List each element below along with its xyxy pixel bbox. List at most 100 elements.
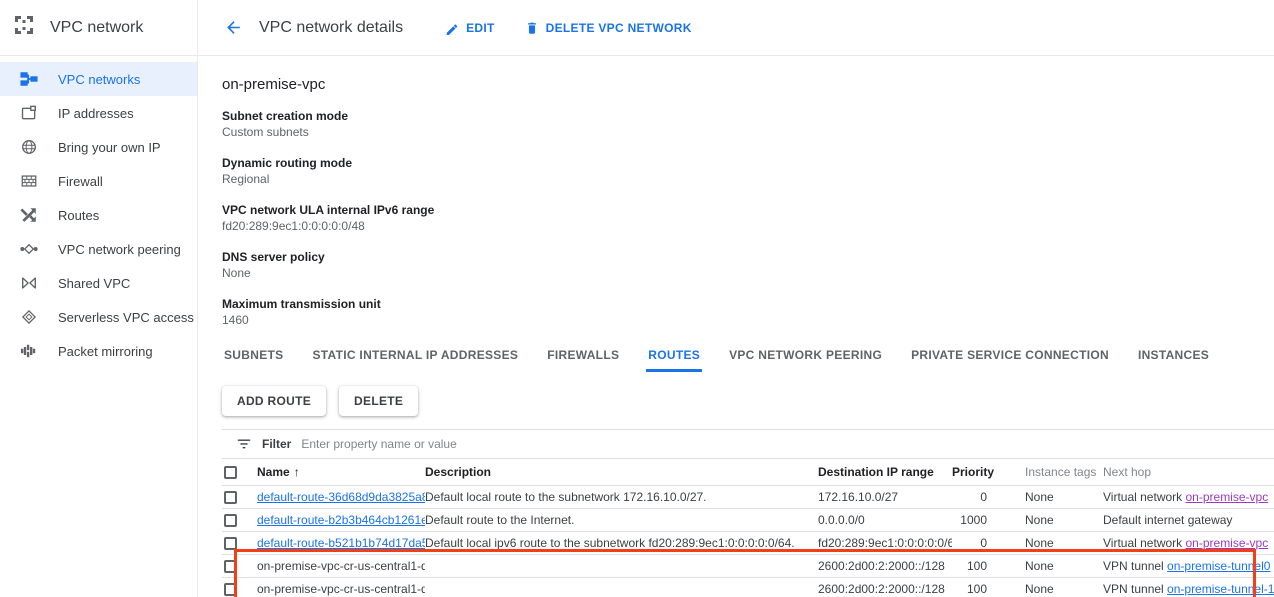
sidebar-item-serverless-vpc-access[interactable]: Serverless VPC access bbox=[0, 300, 197, 334]
filter-input[interactable] bbox=[301, 437, 1274, 451]
column-header-destination-ip-range: Destination IP range bbox=[818, 459, 952, 485]
globe-icon bbox=[20, 138, 38, 156]
page-header: VPC network details EDIT DELETE VPC NETW… bbox=[198, 0, 1274, 55]
sort-ascending-icon: ↑ bbox=[294, 465, 300, 479]
filter-icon bbox=[236, 436, 252, 452]
packet-mirroring-icon bbox=[20, 342, 38, 360]
route-priority: 1000 bbox=[952, 508, 997, 531]
route-destination: fd20:289:9ec1:0:0:0:0:0/64 bbox=[818, 531, 952, 554]
row-checkbox[interactable] bbox=[224, 514, 237, 527]
sidebar-item-bring-your-own-ip[interactable]: Bring your own IP bbox=[0, 130, 197, 164]
sidebar: VPC networks IP addresses Bring your own… bbox=[0, 56, 198, 597]
sidebar-item-label: Serverless VPC access bbox=[58, 310, 194, 325]
field-label: VPC network ULA internal IPv6 range bbox=[222, 203, 1274, 218]
tab-private-service-connection[interactable]: PRIVATE SERVICE CONNECTION bbox=[909, 344, 1111, 372]
sidebar-item-label: Routes bbox=[58, 208, 99, 223]
field-label: Dynamic routing mode bbox=[222, 156, 1274, 171]
route-destination: 172.16.10.0/27 bbox=[818, 485, 952, 508]
sidebar-item-label: Shared VPC bbox=[58, 276, 130, 291]
edit-button[interactable]: EDIT bbox=[445, 21, 495, 35]
table-row: default-route-36d68d9da3825a81 Default l… bbox=[222, 485, 1274, 508]
sidebar-item-shared-vpc[interactable]: Shared VPC bbox=[0, 266, 197, 300]
sidebar-item-label: Bring your own IP bbox=[58, 140, 161, 155]
row-checkbox[interactable] bbox=[224, 583, 237, 596]
add-route-button[interactable]: ADD ROUTE bbox=[222, 386, 326, 416]
select-all-checkbox[interactable] bbox=[224, 466, 237, 479]
column-header-next-hop: Next hop bbox=[1097, 459, 1274, 485]
delete-button[interactable]: DELETE bbox=[339, 386, 418, 416]
tab-firewalls[interactable]: FIREWALLS bbox=[545, 344, 621, 372]
delete-vpc-network-button[interactable]: DELETE VPC NETWORK bbox=[525, 21, 692, 35]
tab-instances[interactable]: INSTANCES bbox=[1136, 344, 1211, 372]
table-row: on-premise-vpc-cr-us-central1-dynamic-ro… bbox=[222, 554, 1274, 577]
column-header-name[interactable]: Name↑ bbox=[257, 459, 425, 485]
tab-vpc-network-peering[interactable]: VPC NETWORK PEERING bbox=[727, 344, 884, 372]
sidebar-item-vpc-network-peering[interactable]: VPC network peering bbox=[0, 232, 197, 266]
route-instance-tags: None bbox=[997, 485, 1097, 508]
route-instance-tags: None bbox=[997, 554, 1097, 577]
route-description bbox=[425, 577, 818, 597]
column-header-description: Description bbox=[425, 459, 818, 485]
row-checkbox[interactable] bbox=[224, 491, 237, 504]
tab-routes[interactable]: ROUTES bbox=[646, 344, 702, 372]
edit-button-label: EDIT bbox=[466, 21, 495, 35]
field-dynamic-routing-mode: Dynamic routing mode Regional bbox=[222, 156, 1274, 187]
route-description: Default local ipv6 route to the subnetwo… bbox=[425, 531, 818, 554]
next-hop-link[interactable]: on-premise-vpc bbox=[1186, 490, 1269, 504]
table-row: default-route-b521b1b74d17da52 Default l… bbox=[222, 531, 1274, 554]
field-dns-server-policy: DNS server policy None bbox=[222, 250, 1274, 281]
trash-icon bbox=[525, 21, 539, 35]
route-destination: 0.0.0.0/0 bbox=[818, 508, 952, 531]
table-header-row: Name↑ Description Destination IP range P… bbox=[222, 459, 1274, 485]
next-hop-link[interactable]: on-premise-vpc bbox=[1186, 536, 1269, 550]
routes-table: Name↑ Description Destination IP range P… bbox=[222, 459, 1274, 597]
next-hop-link[interactable]: on-premise-tunnel0 bbox=[1167, 559, 1270, 573]
route-description bbox=[425, 554, 818, 577]
routes-table-wrap: Name↑ Description Destination IP range P… bbox=[222, 459, 1274, 597]
route-instance-tags: None bbox=[997, 531, 1097, 554]
sidebar-item-label: Firewall bbox=[58, 174, 103, 189]
route-name-link[interactable]: default-route-36d68d9da3825a81 bbox=[257, 490, 425, 504]
route-name-link[interactable]: default-route-b2b3b464cb1261e2 bbox=[257, 513, 425, 527]
route-name-link[interactable]: default-route-b521b1b74d17da52 bbox=[257, 536, 425, 550]
next-hop-link[interactable]: on-premise-tunnel-1 bbox=[1167, 582, 1274, 596]
field-ula-ipv6-range: VPC network ULA internal IPv6 range fd20… bbox=[222, 203, 1274, 234]
tab-subnets[interactable]: SUBNETS bbox=[222, 344, 285, 372]
product-title: VPC network bbox=[50, 19, 143, 37]
sidebar-item-ip-addresses[interactable]: IP addresses bbox=[0, 96, 197, 130]
tab-static-internal-ip-addresses[interactable]: STATIC INTERNAL IP ADDRESSES bbox=[310, 344, 520, 372]
route-priority: 0 bbox=[952, 485, 997, 508]
product-header: VPC network bbox=[0, 0, 198, 55]
vpc-network-logo-icon bbox=[12, 13, 36, 42]
sidebar-item-firewall[interactable]: Firewall bbox=[0, 164, 197, 198]
tab-bar: SUBNETS STATIC INTERNAL IP ADDRESSES FIR… bbox=[222, 344, 1274, 372]
sidebar-item-packet-mirroring[interactable]: Packet mirroring bbox=[0, 334, 197, 368]
vpc-networks-icon bbox=[20, 70, 38, 88]
filter-bar: Filter bbox=[222, 429, 1274, 459]
route-next-hop: Virtual network on-premise-vpc bbox=[1097, 531, 1274, 554]
field-value: Custom subnets bbox=[222, 125, 1274, 140]
pencil-icon bbox=[445, 21, 459, 35]
ip-addresses-icon bbox=[20, 104, 38, 122]
sidebar-item-routes[interactable]: Routes bbox=[0, 198, 197, 232]
column-header-instance-tags: Instance tags bbox=[997, 459, 1097, 485]
sidebar-item-vpc-networks[interactable]: VPC networks bbox=[0, 62, 197, 96]
route-next-hop: Virtual network on-premise-vpc bbox=[1097, 485, 1274, 508]
route-priority: 100 bbox=[952, 554, 997, 577]
field-value: fd20:289:9ec1:0:0:0:0:0/48 bbox=[222, 219, 1274, 234]
shared-vpc-icon bbox=[20, 274, 38, 292]
vpc-name-title: on-premise-vpc bbox=[222, 56, 1274, 93]
sidebar-item-label: Packet mirroring bbox=[58, 344, 153, 359]
sidebar-item-label: IP addresses bbox=[58, 106, 134, 121]
row-checkbox[interactable] bbox=[224, 560, 237, 573]
route-next-hop: VPN tunnel on-premise-tunnel0 bbox=[1097, 554, 1274, 577]
table-row: on-premise-vpc-cr-us-central1-dynamic-ro… bbox=[222, 577, 1274, 597]
back-button[interactable] bbox=[224, 18, 243, 37]
delete-button-label: DELETE VPC NETWORK bbox=[546, 21, 692, 35]
field-label: DNS server policy bbox=[222, 250, 1274, 265]
serverless-icon bbox=[20, 308, 38, 326]
field-value: 1460 bbox=[222, 313, 1274, 328]
row-checkbox[interactable] bbox=[224, 537, 237, 550]
route-priority: 0 bbox=[952, 531, 997, 554]
route-instance-tags: None bbox=[997, 577, 1097, 597]
